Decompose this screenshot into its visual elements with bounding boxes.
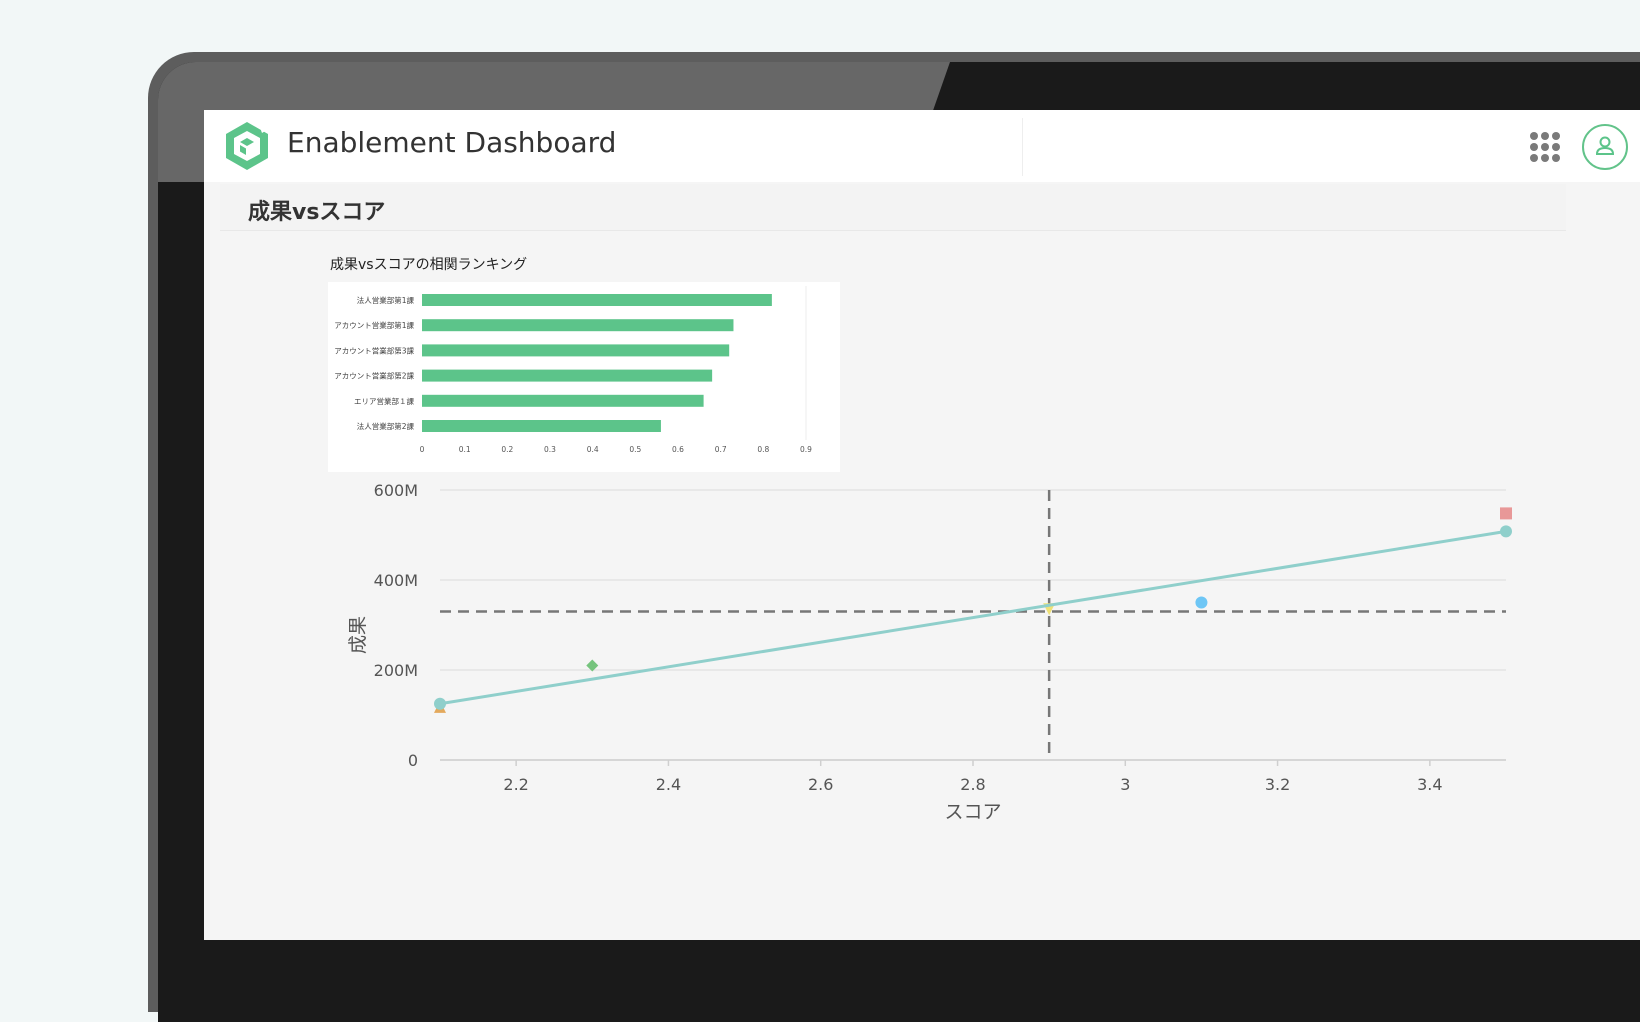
apps-grid-dot (1552, 132, 1560, 140)
regression-point (1500, 525, 1512, 538)
apps-grid-dot (1541, 132, 1549, 140)
x-tick-label: 2.4 (656, 775, 681, 794)
box-logo-icon[interactable] (222, 120, 272, 174)
page-title: 成果vsスコア (248, 200, 386, 225)
apps-grid-dot (1552, 154, 1560, 162)
user-menu-button[interactable] (1582, 124, 1628, 170)
ranking-x-tick: 0.6 (672, 445, 684, 454)
ranking-x-tick: 0 (420, 445, 425, 454)
scatter-point (1500, 507, 1512, 520)
ranking-x-tick: 0.4 (587, 445, 599, 454)
ranking-x-tick: 0.2 (501, 445, 513, 454)
scatter-point (1195, 596, 1208, 609)
apps-grid-dot (1530, 154, 1538, 162)
x-tick-label: 3 (1120, 775, 1130, 794)
header-divider (1022, 118, 1023, 176)
ranking-bar (422, 319, 734, 332)
x-tick-label: 2.8 (960, 775, 985, 794)
y-axis-label: 成果 (347, 616, 369, 654)
apps-grid-dot (1541, 143, 1549, 151)
ranking-x-tick: 0.8 (757, 445, 769, 454)
ranking-category-label: アカウント営業部第3課 (334, 345, 414, 355)
apps-grid-dot (1541, 154, 1549, 162)
user-icon (1595, 136, 1615, 155)
ranking-bar (422, 294, 772, 306)
top-bar: Enablement Dashboard (204, 110, 1640, 182)
app-title: Enablement Dashboard (287, 126, 617, 159)
ranking-category-label: 法人営業部第1課 (357, 295, 415, 305)
y-tick-label: 400M (374, 571, 418, 590)
ranking-bar (422, 394, 704, 407)
regression-point (434, 697, 446, 710)
x-tick-label: 3.2 (1265, 775, 1290, 794)
ranking-bar (422, 344, 730, 357)
main-content: 成果vsスコア 成果vsスコアの相関ランキング 法人営業部第1課アカウント営業部… (204, 182, 1640, 940)
ranking-category-label: 法人営業部第2課 (357, 421, 415, 431)
x-tick-label: 2.6 (808, 775, 833, 794)
ranking-bar (422, 369, 713, 382)
y-tick-label: 200M (374, 661, 418, 680)
ranking-x-tick: 0.9 (800, 445, 812, 454)
apps-grid-icon[interactable] (1528, 130, 1560, 162)
correlation-ranking-chart: 法人営業部第1課アカウント営業部第1課アカウント営業部第3課アカウント営業部第2… (328, 282, 840, 472)
y-tick-label: 0 (408, 751, 418, 770)
ranking-x-tick: 0.1 (459, 445, 471, 454)
apps-grid-dot (1552, 143, 1560, 151)
outcome-vs-score-scatter: 0 200M 400M 600M 2.2 2.4 2.6 2.8 3 3.2 3.4 スコア 成果 (347, 482, 1512, 823)
x-tick-label: 2.2 (503, 775, 528, 794)
x-tick-label: 3.4 (1417, 775, 1442, 794)
ranking-category-label: アカウント営業部第2課 (334, 371, 414, 381)
ranking-x-tick: 0.7 (715, 445, 727, 454)
ranking-x-tick: 0.3 (544, 445, 556, 454)
ranking-x-tick: 0.5 (629, 445, 641, 454)
ranking-category-label: アカウント営業部第1課 (334, 320, 414, 330)
apps-grid-dot (1530, 143, 1538, 151)
app-screen: Enablement Dashboard 成果vsスコア 成果vsスコアの相関ラ… (204, 110, 1640, 940)
x-axis-label: スコア (944, 801, 1001, 823)
ranking-bar (422, 420, 661, 432)
regression-line (439, 529, 1507, 706)
ranking-caption: 成果vsスコアの相関ランキング (330, 257, 528, 273)
ranking-category-label: エリア営業部１課 (354, 396, 414, 406)
section-header: 成果vsスコア (220, 184, 1566, 231)
y-tick-label: 600M (374, 482, 418, 500)
apps-grid-dot (1530, 132, 1538, 140)
